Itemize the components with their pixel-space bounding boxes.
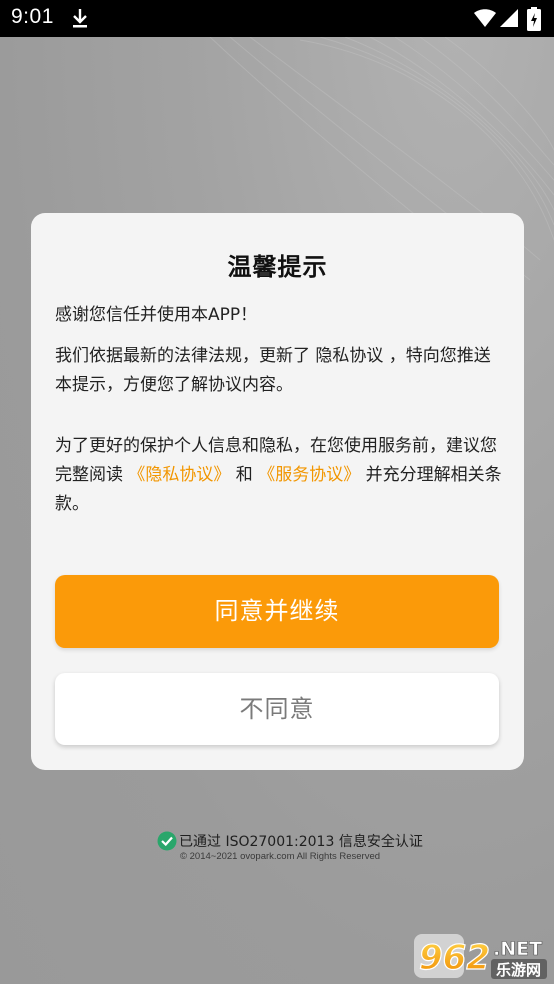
svg-text:.NET: .NET <box>493 938 542 960</box>
svg-text:乐游网: 乐游网 <box>496 961 541 979</box>
agree-continue-button[interactable]: 同意并继续 <box>55 575 499 648</box>
read-agreements-and: 和 <box>230 465 259 485</box>
shield-check-icon <box>157 831 177 851</box>
dialog-thanks-text: 感谢您信任并使用本APP！ <box>55 305 258 325</box>
copyright-text: © 2014~2021 ovopark.com All Rights Reser… <box>180 851 381 862</box>
wifi-icon <box>474 9 496 27</box>
dialog-title: 温馨提示 <box>227 253 328 281</box>
status-time: 9:01 <box>11 5 54 28</box>
status-bar: 9:01 <box>0 0 554 37</box>
signal-icon <box>500 9 518 27</box>
service-agreement-link[interactable]: 《服务协议》 <box>258 465 360 485</box>
privacy-dialog: 温馨提示 感谢您信任并使用本APP！ 我们依据最新的法律法规，更新了 隐私协议 … <box>31 213 524 770</box>
download-icon <box>73 9 87 28</box>
certification-text: 已通过 ISO27001:2013 信息安全认证 <box>179 834 423 850</box>
certification-badge: 已通过 ISO27001:2013 信息安全认证 <box>157 830 423 852</box>
battery-icon <box>527 7 541 31</box>
disagree-button[interactable]: 不同意 <box>55 673 499 745</box>
svg-text:962: 962 <box>419 938 490 978</box>
site-watermark: 962 .NET 乐游网 <box>413 933 549 981</box>
watermark-logo: 962 .NET 乐游网 <box>414 934 547 979</box>
dialog-update-notice: 我们依据最新的法律法规，更新了 隐私协议 ，特向您推送本提示，方便您了解协议内容… <box>55 346 491 395</box>
privacy-agreement-link[interactable]: 《隐私协议》 <box>128 465 230 485</box>
dialog-read-agreements-text: 为了更好的保护个人信息和隐私，在您使用服务前，建议您完整阅读 《隐私协议》 和 … <box>55 432 505 519</box>
